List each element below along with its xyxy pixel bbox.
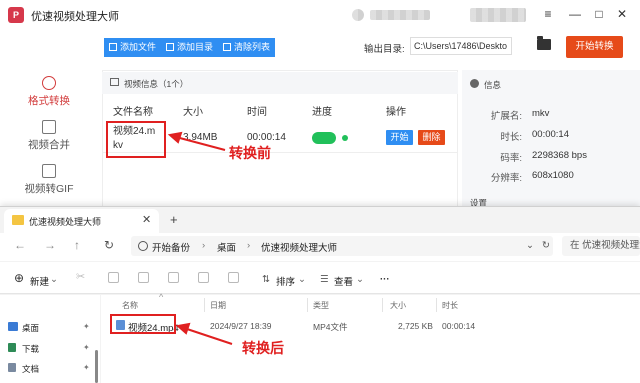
- annotation-arrows: [167, 131, 233, 345]
- annotation-before: 转换前: [229, 145, 271, 161]
- annotation-after: 转换后: [242, 340, 284, 356]
- arrow-after-head: [175, 322, 191, 335]
- app-window: P 优速视频处理大师 ≡ — □ ✕ 格式转换 视频合并 视频转GIF 添加文件…: [0, 0, 640, 383]
- arrow-before-icon: [175, 136, 226, 151]
- arrow-after-icon: [183, 327, 233, 345]
- arrow-before-head: [167, 131, 183, 144]
